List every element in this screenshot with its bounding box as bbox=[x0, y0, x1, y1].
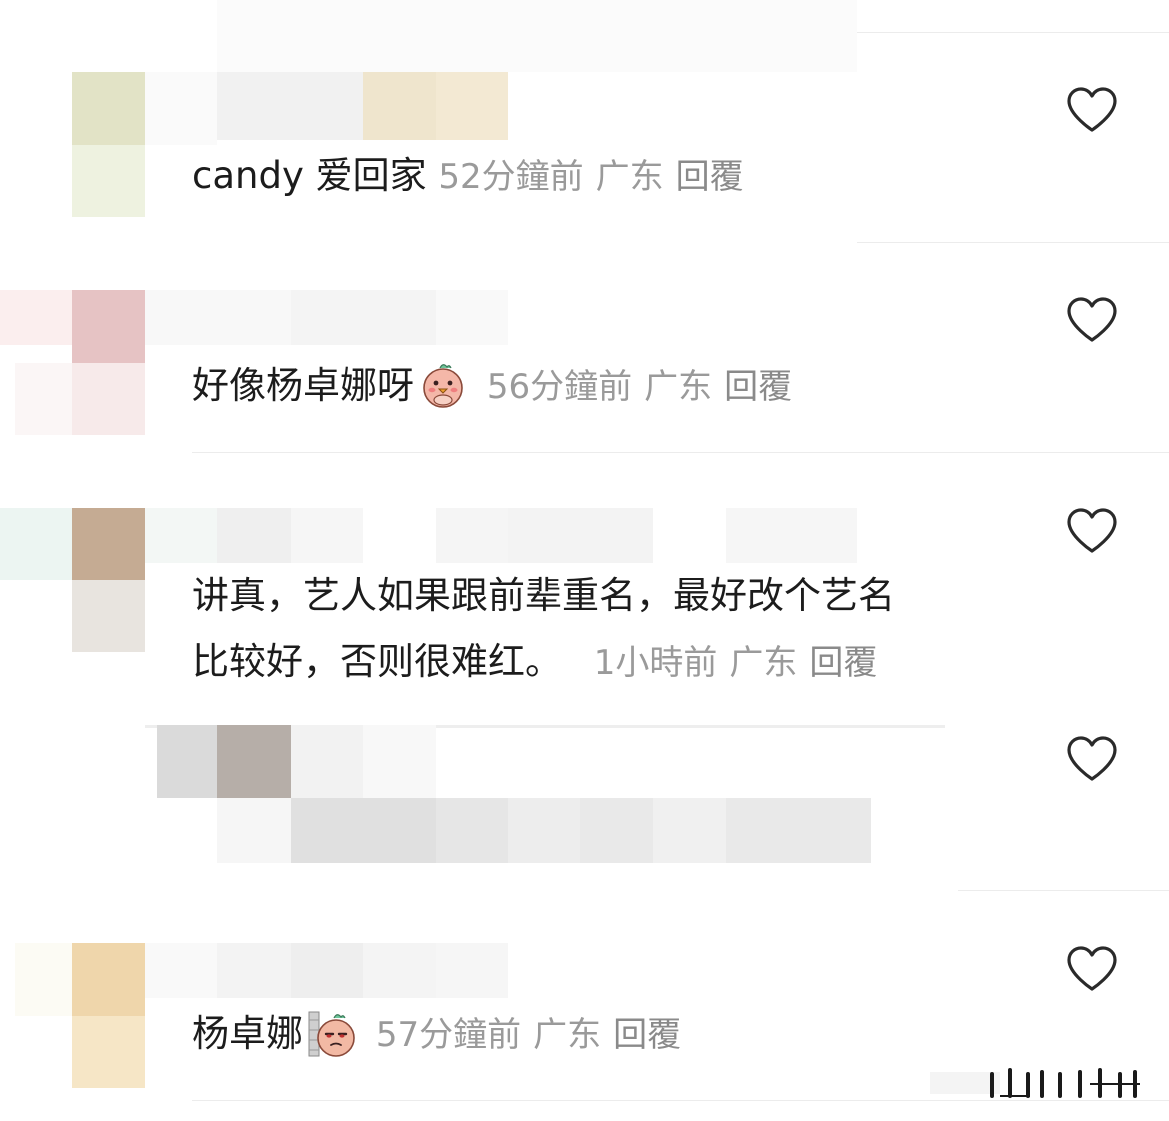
mosaic-block bbox=[726, 798, 871, 863]
watermark-graphic bbox=[930, 1068, 1140, 1098]
comment-text: 好像杨卓娜呀 bbox=[192, 364, 414, 407]
username-mosaic bbox=[217, 943, 291, 998]
like-button[interactable] bbox=[1066, 945, 1118, 993]
blushing-chick-emoji bbox=[423, 363, 463, 408]
reply-button[interactable]: 回覆 bbox=[724, 367, 792, 407]
username-mosaic bbox=[436, 943, 508, 998]
username-mosaic bbox=[217, 508, 291, 563]
avatar bbox=[72, 290, 145, 363]
mosaic-block bbox=[15, 943, 72, 1016]
peeking-smug-emoji bbox=[308, 1011, 355, 1057]
heart-outline-icon bbox=[1067, 297, 1117, 342]
like-button[interactable] bbox=[1066, 296, 1118, 344]
comment-text-line-2: 比较好，否则很难红。 bbox=[192, 640, 562, 683]
avatar bbox=[72, 943, 145, 1016]
avatar bbox=[217, 725, 291, 798]
comment-location: 广东 bbox=[533, 1015, 602, 1055]
divider bbox=[192, 452, 1169, 453]
username-mosaic bbox=[436, 290, 508, 345]
reply-button[interactable]: 回覆 bbox=[613, 1015, 681, 1055]
heart-outline-icon bbox=[1067, 508, 1117, 553]
heart-outline-icon bbox=[1067, 736, 1117, 781]
comment-item: 好像杨卓娜呀 56分鐘前 广东 回覆 bbox=[192, 353, 804, 420]
mosaic-block bbox=[0, 290, 72, 345]
avatar bbox=[72, 580, 145, 652]
comment-text-line: 讲真，艺人如果跟前辈重名，最好改个艺名 bbox=[192, 574, 895, 617]
like-button[interactable] bbox=[1066, 735, 1118, 783]
comment-text: 杨卓娜 bbox=[192, 1012, 303, 1055]
reply-button[interactable]: 回覆 bbox=[809, 643, 877, 683]
avatar bbox=[72, 72, 145, 145]
comment-time: 56分鐘前 bbox=[486, 367, 633, 407]
mosaic-block bbox=[291, 798, 436, 863]
comment-time: 1小時前 bbox=[593, 643, 718, 683]
mosaic-block bbox=[580, 798, 653, 863]
comment-item: 讲真，艺人如果跟前辈重名，最好改个艺名 比较好，否则很难红。 1小時前 广东 回覆 bbox=[192, 563, 895, 696]
username-mosaic bbox=[145, 290, 291, 345]
comment-meta: 1小時前 广东 回覆 bbox=[594, 643, 890, 683]
username-mosaic bbox=[436, 508, 508, 563]
mosaic-block bbox=[653, 798, 726, 863]
mosaic-block bbox=[436, 798, 508, 863]
username-mosaic bbox=[508, 508, 653, 563]
heart-outline-icon bbox=[1067, 87, 1117, 132]
avatar bbox=[72, 1016, 145, 1088]
reply-button[interactable]: 回覆 bbox=[676, 157, 744, 197]
mosaic-block bbox=[145, 508, 217, 563]
comment-item: 杨卓娜 57分鐘前 广东 回覆 bbox=[192, 1001, 693, 1068]
mosaic-block bbox=[363, 725, 436, 798]
username-mosaic bbox=[363, 72, 436, 140]
comment-text-line: 比较好，否则很难红。 1小時前 广东 回覆 bbox=[192, 629, 895, 696]
mosaic-block bbox=[291, 725, 363, 798]
comment-meta: 52分鐘前 广东 回覆 bbox=[438, 157, 755, 197]
comment-location: 广东 bbox=[729, 643, 798, 683]
comment-time: 57分鐘前 bbox=[375, 1015, 522, 1055]
username-mosaic bbox=[363, 943, 436, 998]
avatar bbox=[157, 725, 217, 798]
like-button[interactable] bbox=[1066, 507, 1118, 555]
username-mosaic bbox=[145, 943, 217, 998]
username-mosaic bbox=[291, 508, 363, 563]
avatar bbox=[72, 508, 145, 580]
username-mosaic bbox=[217, 72, 363, 140]
like-button[interactable] bbox=[1066, 86, 1118, 134]
username-mosaic bbox=[291, 943, 363, 998]
comment-meta: 56分鐘前 广东 回覆 bbox=[476, 367, 804, 407]
comment-location: 广东 bbox=[595, 157, 664, 197]
avatar bbox=[72, 363, 145, 435]
username-mosaic bbox=[436, 72, 508, 140]
mosaic-block bbox=[508, 798, 580, 863]
mosaic-block bbox=[217, 798, 291, 863]
divider bbox=[958, 890, 1169, 891]
comment-item: candy 爱回家 52分鐘前 广东 回覆 bbox=[192, 143, 756, 210]
comment-location: 广东 bbox=[644, 367, 713, 407]
mosaic-block bbox=[15, 363, 72, 435]
username-mosaic bbox=[726, 508, 857, 563]
heart-outline-icon bbox=[1067, 946, 1117, 991]
comment-time: 52分鐘前 bbox=[438, 157, 584, 197]
divider bbox=[857, 242, 1169, 243]
mosaic-block bbox=[145, 72, 217, 145]
mosaic-block bbox=[0, 508, 72, 580]
avatar bbox=[72, 145, 145, 217]
comment-text: candy 爱回家 bbox=[192, 154, 427, 197]
comment-meta: 57分鐘前 广东 回覆 bbox=[365, 1015, 693, 1055]
username-mosaic bbox=[291, 290, 436, 345]
mosaic-block bbox=[217, 0, 857, 72]
divider bbox=[857, 32, 1169, 33]
